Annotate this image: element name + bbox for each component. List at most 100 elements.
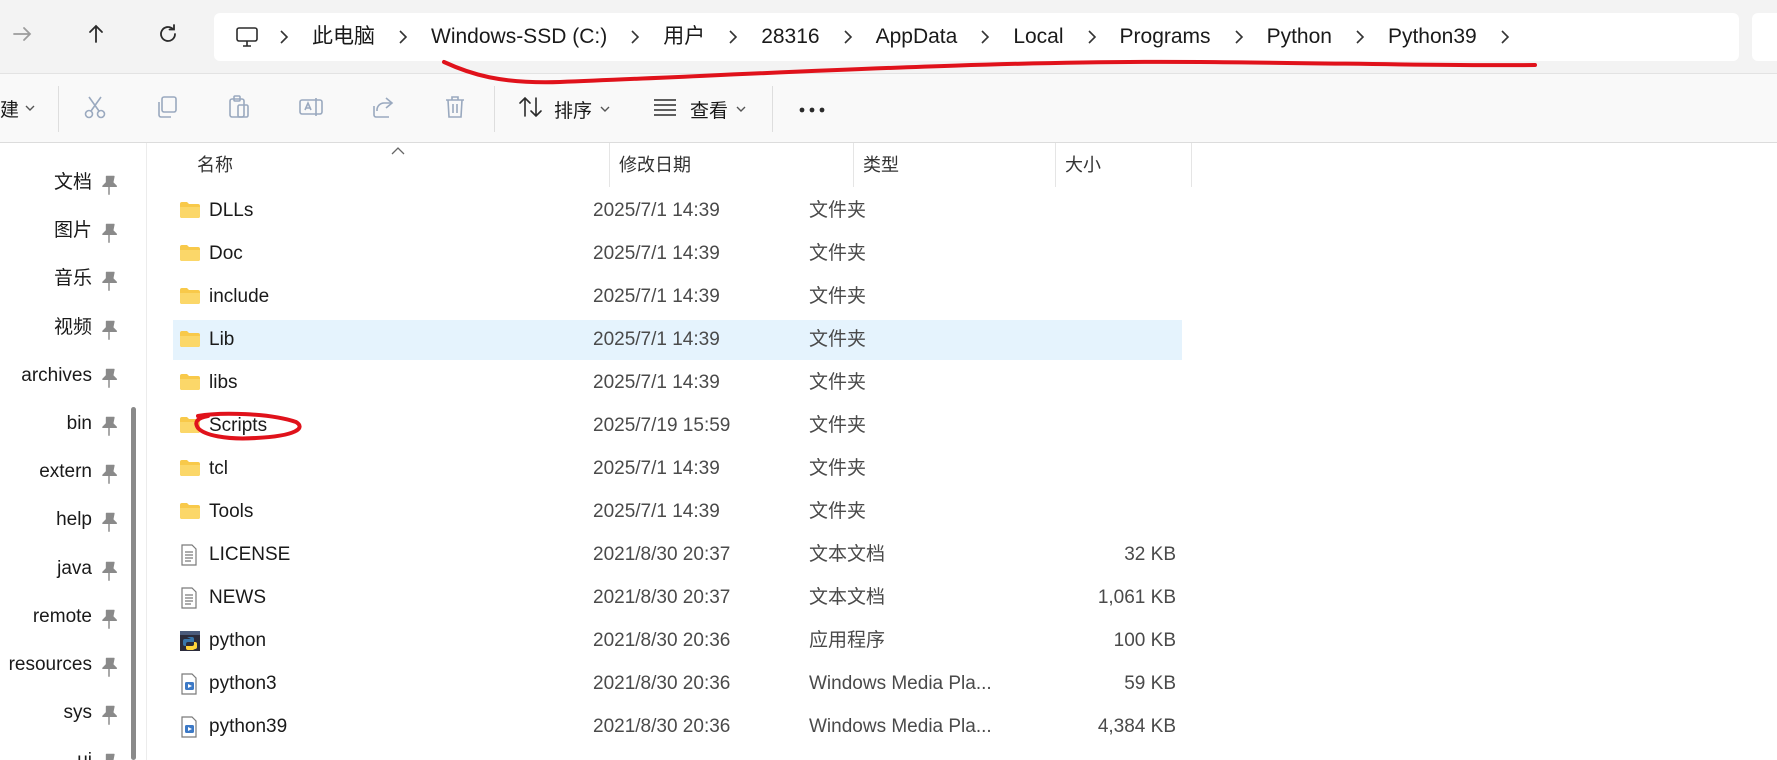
forward-button[interactable] bbox=[4, 18, 40, 54]
sort-button[interactable]: 排序 bbox=[518, 94, 610, 124]
file-date-modified: 2021/8/30 20:37 bbox=[593, 587, 731, 608]
breadcrumb-this-pc[interactable]: 此电脑 bbox=[302, 13, 385, 61]
chevron-right-icon[interactable] bbox=[836, 13, 860, 61]
breadcrumb-user-folder[interactable]: 28316 bbox=[751, 13, 829, 61]
chevron-right-icon[interactable] bbox=[1493, 13, 1517, 61]
pin-icon[interactable] bbox=[98, 174, 120, 196]
chevron-right-icon[interactable] bbox=[1348, 13, 1372, 61]
file-name: Lib bbox=[209, 329, 235, 350]
column-header-date[interactable]: 修改日期 bbox=[619, 143, 691, 187]
sidebar-item-label: 文档 bbox=[53, 172, 92, 193]
chevron-right-icon[interactable] bbox=[272, 13, 296, 61]
breadcrumb-c-drive[interactable]: Windows-SSD (C:) bbox=[421, 13, 617, 61]
pin-icon[interactable] bbox=[98, 222, 120, 244]
rename-button[interactable] bbox=[294, 92, 328, 126]
file-name: Scripts bbox=[209, 415, 268, 436]
folder-icon bbox=[179, 372, 201, 394]
folder-icon bbox=[179, 329, 201, 351]
pin-icon[interactable] bbox=[98, 752, 120, 760]
file-list: 名称 修改日期 类型 大小 DLLs 2025/7/1 14:39 文件夹 Doc 20… bbox=[147, 143, 1777, 760]
file-type: 文件夹 bbox=[809, 501, 867, 522]
breadcrumb-python[interactable]: Python bbox=[1257, 13, 1342, 61]
pin-icon[interactable] bbox=[98, 319, 120, 341]
cut-button[interactable] bbox=[78, 92, 112, 126]
file-row[interactable]: python 2021/8/30 20:36 应用程序 100 KB bbox=[173, 621, 1182, 661]
file-date-modified: 2025/7/1 14:39 bbox=[593, 501, 720, 522]
clipboard-icon bbox=[226, 94, 252, 125]
chevron-right-icon[interactable] bbox=[391, 13, 415, 61]
file-name: LICENSE bbox=[209, 544, 291, 565]
refresh-button[interactable] bbox=[150, 18, 186, 54]
sidebar-item-label: 图片 bbox=[53, 220, 92, 241]
sidebar-scrollbar[interactable] bbox=[131, 407, 136, 760]
media-file-icon bbox=[179, 673, 201, 695]
search-box[interactable] bbox=[1752, 13, 1777, 61]
sidebar-item-label: remote bbox=[32, 606, 92, 627]
file-row[interactable]: DLLs 2025/7/1 14:39 文件夹 bbox=[173, 191, 1182, 231]
delete-button[interactable] bbox=[438, 92, 472, 126]
breadcrumb-local[interactable]: Local bbox=[1003, 13, 1073, 61]
column-divider[interactable] bbox=[609, 143, 610, 187]
chevron-right-icon[interactable] bbox=[721, 13, 745, 61]
file-row[interactable]: Scripts 2025/7/19 15:59 文件夹 bbox=[173, 406, 1182, 446]
chevron-right-icon[interactable] bbox=[1227, 13, 1251, 61]
column-divider[interactable] bbox=[1191, 143, 1192, 187]
paste-button[interactable] bbox=[222, 92, 256, 126]
breadcrumb-appdata[interactable]: AppData bbox=[866, 13, 968, 61]
pin-icon[interactable] bbox=[98, 415, 120, 437]
pin-icon[interactable] bbox=[98, 608, 120, 630]
file-row[interactable]: NEWS 2021/8/30 20:37 文本文档 1,061 KB bbox=[173, 578, 1182, 618]
file-type: 应用程序 bbox=[809, 630, 886, 651]
sort-label: 排序 bbox=[554, 100, 593, 122]
new-button-label: 建 bbox=[0, 99, 20, 121]
sidebar-item-label: extern bbox=[39, 461, 92, 482]
column-divider[interactable] bbox=[1055, 143, 1056, 187]
file-row[interactable]: Tools 2025/7/1 14:39 文件夹 bbox=[173, 492, 1182, 532]
more-options-button[interactable] bbox=[794, 94, 830, 124]
file-name: Tools bbox=[209, 501, 254, 522]
file-row[interactable]: python39 2021/8/30 20:36 Windows Media Pla… bbox=[173, 707, 1182, 747]
file-type: 文件夹 bbox=[809, 200, 867, 221]
column-header-name[interactable]: 名称 bbox=[197, 143, 233, 187]
toolbar-divider bbox=[494, 86, 495, 132]
file-row[interactable]: tcl 2025/7/1 14:39 文件夹 bbox=[173, 449, 1182, 489]
file-date-modified: 2021/8/30 20:36 bbox=[593, 673, 731, 694]
file-date-modified: 2025/7/1 14:39 bbox=[593, 329, 720, 350]
file-row[interactable]: Doc 2025/7/1 14:39 文件夹 bbox=[173, 234, 1182, 274]
pin-icon[interactable] bbox=[98, 463, 120, 485]
pin-icon[interactable] bbox=[98, 560, 120, 582]
column-header-size[interactable]: 大小 bbox=[1065, 143, 1101, 187]
copy-button[interactable] bbox=[150, 92, 184, 126]
pin-icon[interactable] bbox=[98, 656, 120, 678]
pin-icon[interactable] bbox=[98, 367, 120, 389]
refresh-icon bbox=[157, 23, 179, 50]
view-button[interactable]: 查看 bbox=[652, 94, 746, 124]
folder-icon bbox=[179, 458, 201, 480]
breadcrumb-users[interactable]: 用户 bbox=[653, 13, 715, 61]
pin-icon[interactable] bbox=[98, 270, 120, 292]
breadcrumb-programs[interactable]: Programs bbox=[1110, 13, 1221, 61]
pin-icon[interactable] bbox=[98, 704, 120, 726]
file-type: 文本文档 bbox=[809, 544, 886, 565]
file-row[interactable]: Lib 2025/7/1 14:39 文件夹 bbox=[173, 320, 1182, 360]
sort-icon bbox=[518, 95, 544, 124]
breadcrumb-python39[interactable]: Python39 bbox=[1378, 13, 1487, 61]
file-row[interactable]: LICENSE 2021/8/30 20:37 文本文档 32 KB bbox=[173, 535, 1182, 575]
folder-icon bbox=[179, 243, 201, 265]
sidebar-item-label: ui bbox=[77, 746, 92, 760]
chevron-right-icon[interactable] bbox=[973, 13, 997, 61]
chevron-right-icon[interactable] bbox=[623, 13, 647, 61]
share-button[interactable] bbox=[366, 92, 400, 126]
column-divider[interactable] bbox=[853, 143, 854, 187]
file-date-modified: 2021/8/30 20:37 bbox=[593, 544, 731, 565]
file-row[interactable]: include 2025/7/1 14:39 文件夹 bbox=[173, 277, 1182, 317]
file-row[interactable]: libs 2025/7/1 14:39 文件夹 bbox=[173, 363, 1182, 403]
new-button[interactable]: 建 bbox=[0, 96, 35, 121]
chevron-right-icon[interactable] bbox=[1080, 13, 1104, 61]
computer-icon[interactable] bbox=[234, 24, 260, 50]
file-row[interactable]: python3 2021/8/30 20:36 Windows Media Pla.… bbox=[173, 664, 1182, 704]
up-button[interactable] bbox=[78, 18, 114, 54]
pin-icon[interactable] bbox=[98, 511, 120, 533]
address-bar[interactable]: 此电脑 Windows-SSD (C:) 用户 28316 AppData Lo… bbox=[214, 13, 1739, 61]
column-header-type[interactable]: 类型 bbox=[863, 143, 899, 187]
